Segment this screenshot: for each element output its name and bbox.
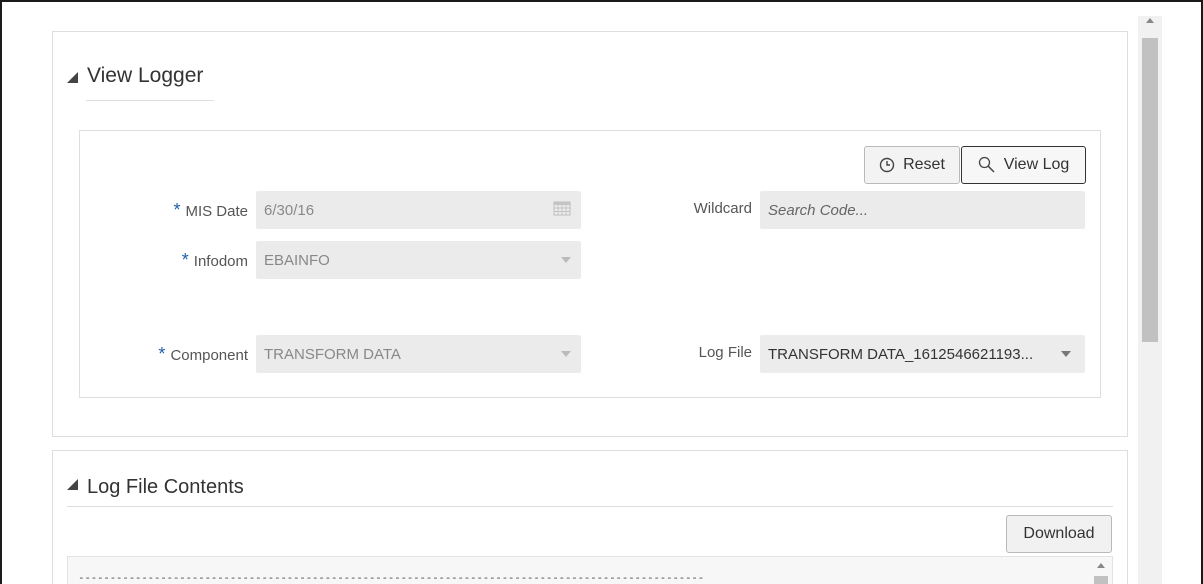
log-file-label: Log File <box>698 344 752 361</box>
wildcard-label: Wildcard <box>693 200 752 217</box>
log-line: ----------------------------------------… <box>78 571 704 584</box>
view-log-button[interactable]: View Log <box>961 146 1086 184</box>
infodom-select[interactable]: EBAINFO <box>256 241 581 279</box>
search-icon <box>978 156 995 173</box>
scrollbar-thumb[interactable] <box>1142 38 1158 342</box>
log-file-contents-title[interactable]: Log File Contents <box>87 476 244 499</box>
title-underline <box>86 100 214 101</box>
log-content-area[interactable]: ----------------------------------------… <box>67 556 1113 584</box>
required-marker: * <box>158 344 166 364</box>
clock-icon <box>879 157 895 173</box>
dropdown-arrow-icon <box>1061 351 1071 357</box>
scroll-up-arrow-icon[interactable] <box>1146 18 1154 23</box>
component-select[interactable]: TRANSFORM DATA <box>256 335 581 373</box>
reset-button[interactable]: Reset <box>864 146 960 184</box>
log-file-value: TRANSFORM DATA_1612546621193... <box>768 345 1034 363</box>
infodom-label: * Infodom <box>181 250 248 270</box>
download-button[interactable]: Download <box>1006 515 1112 553</box>
dropdown-arrow-icon <box>561 351 571 357</box>
log-scrollbar-thumb[interactable] <box>1094 576 1108 584</box>
required-marker: * <box>173 200 181 220</box>
wildcard-search-input[interactable]: Search Code... <box>760 191 1085 229</box>
view-logger-title[interactable]: View Logger <box>87 64 203 88</box>
mis-date-field[interactable]: 6/30/16 <box>256 191 581 229</box>
wildcard-placeholder: Search Code... <box>768 201 869 219</box>
mis-date-label: * MIS Date <box>173 200 248 220</box>
log-file-select[interactable]: TRANSFORM DATA_1612546621193... <box>760 335 1085 373</box>
collapse-triangle-icon[interactable] <box>67 479 78 490</box>
component-value: TRANSFORM DATA <box>264 345 401 363</box>
dropdown-arrow-icon <box>561 257 571 263</box>
component-label: * Component <box>158 344 248 364</box>
view-log-label: View Log <box>1003 156 1070 173</box>
title-underline <box>67 506 1113 507</box>
reset-label: Reset <box>903 156 945 173</box>
log-scroll-up-arrow-icon[interactable] <box>1097 563 1105 568</box>
required-marker: * <box>181 250 189 270</box>
collapse-triangle-icon[interactable] <box>67 72 78 83</box>
download-label: Download <box>1023 525 1095 542</box>
infodom-value: EBAINFO <box>264 251 330 269</box>
mis-date-value: 6/30/16 <box>264 201 315 219</box>
calendar-icon[interactable] <box>553 200 571 220</box>
